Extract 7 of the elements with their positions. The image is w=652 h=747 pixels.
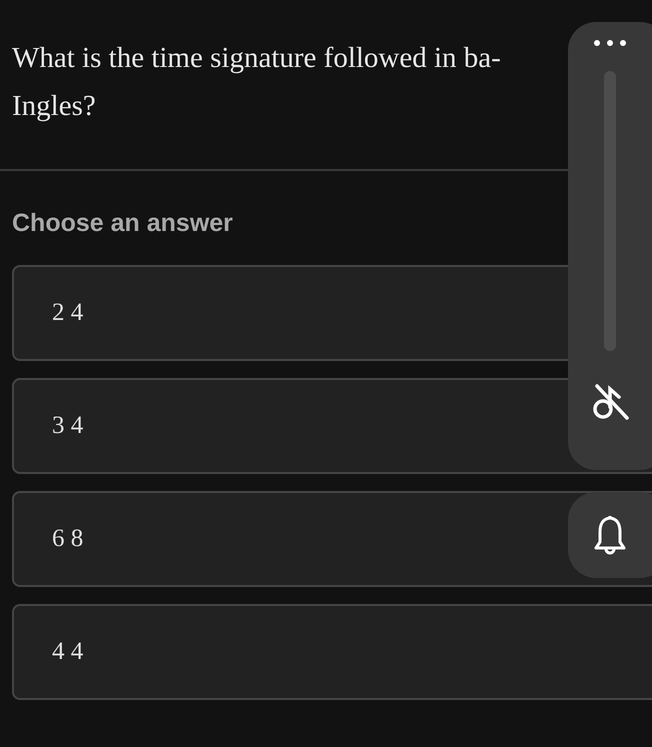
answer-option[interactable]: 4 4 — [12, 604, 652, 700]
more-icon[interactable] — [593, 39, 627, 47]
note-off-icon[interactable] — [591, 381, 629, 421]
bell-menu[interactable] — [568, 492, 652, 578]
bell-icon — [592, 515, 628, 555]
question-text: What is the time signature followed in ba-Ingles? — [12, 41, 502, 124]
answer-prompt: Choose an answer — [12, 208, 234, 239]
